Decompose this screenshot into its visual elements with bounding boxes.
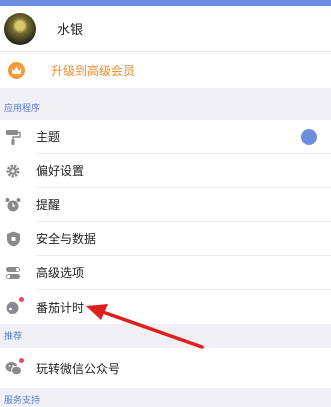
- menu-item-theme[interactable]: 主题: [0, 120, 331, 154]
- apps-menu: 主题 偏好设置 提醒 安全与数据 高级选项 番茄计时: [0, 120, 331, 324]
- wechat-icon: [4, 358, 24, 377]
- menu-item-advanced-options[interactable]: 高级选项: [0, 256, 331, 290]
- toggles-icon: [4, 264, 22, 282]
- menu-item-pomodoro-timer[interactable]: 番茄计时: [0, 290, 331, 324]
- menu-item-wechat-official[interactable]: 玩转微信公众号: [0, 348, 331, 388]
- section-title-apps: 应用程序: [4, 103, 41, 113]
- menu-item-label: 主题: [36, 120, 331, 154]
- menu-item-label: 提醒: [36, 188, 331, 222]
- notification-dot: [19, 297, 24, 302]
- upgrade-premium-row[interactable]: 升级到高级会员: [0, 52, 331, 88]
- section-title-support: 服务支持: [4, 395, 41, 405]
- notification-dot: [19, 358, 24, 363]
- avatar[interactable]: [4, 12, 36, 45]
- theme-toggle[interactable]: [301, 129, 317, 145]
- alarm-clock-icon: [4, 196, 22, 214]
- crown-icon: [8, 61, 25, 79]
- menu-item-label: 玩转微信公众号: [36, 361, 121, 376]
- upgrade-label: 升级到高级会员: [51, 63, 136, 78]
- menu-item-label: 高级选项: [36, 256, 331, 290]
- menu-item-preferences[interactable]: 偏好设置: [0, 154, 331, 188]
- menu-item-label: 番茄计时: [36, 300, 85, 315]
- profile-name: 水银: [57, 22, 84, 37]
- menu-item-reminders[interactable]: 提醒: [0, 188, 331, 222]
- tomato-timer-icon: [4, 297, 24, 316]
- paint-roller-icon: [4, 128, 22, 146]
- menu-item-label: 偏好设置: [36, 154, 331, 188]
- recommend-menu: 玩转微信公众号: [0, 348, 331, 388]
- menu-item-label: 安全与数据: [36, 222, 331, 256]
- gear-icon: [4, 162, 22, 180]
- section-title-recommend: 推荐: [4, 331, 23, 341]
- menu-item-security-data[interactable]: 安全与数据: [0, 222, 331, 256]
- shield-icon: [4, 230, 22, 248]
- profile-row[interactable]: 水银: [0, 6, 331, 52]
